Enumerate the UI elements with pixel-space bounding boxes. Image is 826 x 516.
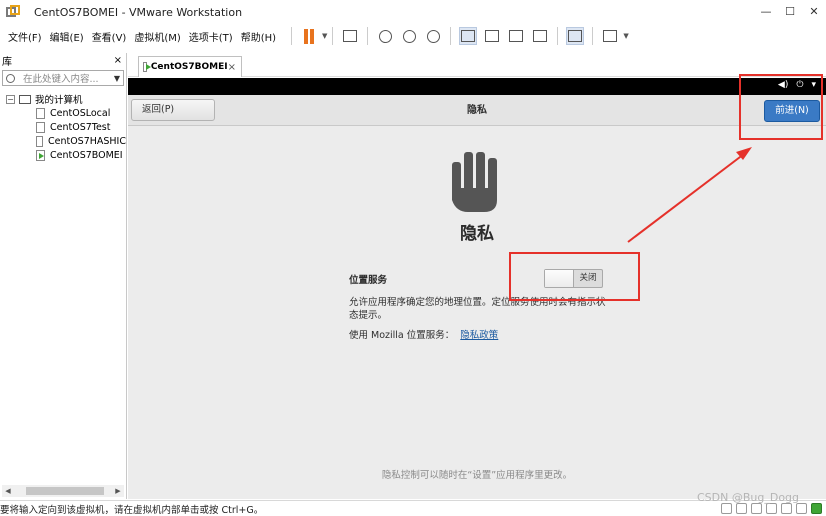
collapse-icon[interactable]: −: [6, 94, 15, 104]
toolbar-divider: [367, 27, 369, 45]
revert-snapshot-icon[interactable]: [400, 27, 418, 45]
network-icon[interactable]: [751, 503, 762, 514]
toolbar-divider: [332, 27, 334, 45]
library-search-input[interactable]: 在此处键入内容... ▼: [2, 70, 124, 86]
menu-file[interactable]: 文件(F): [4, 29, 46, 44]
location-services-label: 位置服务: [349, 275, 388, 286]
library-panel: 库 × 在此处键入内容... ▼ − 我的计算机 CentOSLocal Cen…: [0, 53, 127, 499]
snapshot-manager-icon[interactable]: [424, 27, 442, 45]
send-keys-icon[interactable]: [341, 27, 359, 45]
tree-item-vm[interactable]: CentOSLocal: [0, 106, 126, 120]
vm-running-icon: [36, 149, 45, 161]
tree-item-label: CentOS7Test: [50, 121, 111, 133]
menu-bar: 文件(F) 编辑(E) 查看(V) 虚拟机(M) 选项卡(T) 帮助(H) ▼ …: [0, 24, 826, 48]
scrollbar-thumb[interactable]: [26, 487, 104, 495]
scroll-right-icon[interactable]: ▶: [112, 487, 124, 495]
display-icon[interactable]: [796, 503, 807, 514]
annotation-box-toggle: [509, 252, 640, 301]
status-message: 要将输入定向到该虚拟机，请在虚拟机内部单击或按 Ctrl+G。: [0, 505, 264, 516]
title-bar: CentOS7BOMEI - VMware Workstation — ☐ ✕: [0, 0, 826, 24]
vm-icon: [36, 135, 43, 147]
tree-item-vm-running[interactable]: CentOS7BOMEI: [0, 148, 126, 162]
privacy-policy-link[interactable]: 隐私政策: [460, 327, 498, 341]
snapshot-icon[interactable]: [376, 27, 394, 45]
menu-view[interactable]: 查看(V): [88, 29, 131, 44]
toolbar-divider: [291, 27, 293, 45]
computer-icon: [19, 94, 31, 104]
hard-disk-icon[interactable]: [721, 503, 732, 514]
library-close-button[interactable]: ×: [114, 55, 122, 66]
hand-privacy-icon: [452, 152, 497, 212]
vm-status-icon[interactable]: [811, 503, 822, 514]
tree-root[interactable]: − 我的计算机: [0, 92, 126, 106]
thumbnail-bar-icon[interactable]: [483, 27, 501, 45]
watermark: CSDN @Bug_Dogg: [697, 491, 800, 504]
back-button[interactable]: 返回(P): [131, 99, 215, 121]
menu-help[interactable]: 帮助(H): [237, 29, 280, 44]
tree-item-label: CentOS7BOMEI: [50, 149, 123, 161]
close-button[interactable]: ✕: [802, 0, 826, 24]
cd-rom-icon[interactable]: [736, 503, 747, 514]
stretch-guest-icon[interactable]: [601, 27, 619, 45]
toolbar-divider: [557, 27, 559, 45]
minimize-button[interactable]: —: [754, 0, 778, 24]
tree-item-vm[interactable]: CentOS7HASHIC: [0, 134, 126, 148]
vmware-logo-icon: [6, 5, 20, 19]
page-heading: 隐私: [460, 224, 494, 244]
vm-icon: [36, 107, 45, 119]
usb-icon[interactable]: [766, 503, 777, 514]
chevron-down-icon[interactable]: ▼: [623, 32, 628, 40]
vm-console[interactable]: ◀) ⏻ ▾ 隐私 返回(P) 前进(N) 隐私 位置服务 关闭 允许应用程序确…: [128, 78, 826, 499]
library-title: 库: [2, 56, 12, 68]
toolbar: ▼ ▼: [286, 24, 629, 48]
pause-icon[interactable]: [300, 27, 318, 45]
sound-icon[interactable]: [781, 503, 792, 514]
menu-tabs[interactable]: 选项卡(T): [185, 29, 237, 44]
footer-note: 隐私控制可以随时在“设置”应用程序里更改。: [381, 470, 573, 481]
mozilla-text: 使用 Mozilla 位置服务：: [349, 330, 455, 341]
annotation-box-next: [739, 74, 823, 140]
chevron-down-icon[interactable]: ▼: [322, 32, 327, 40]
tree-item-label: CentOS7HASHIC: [47, 135, 126, 147]
tab-label: CentOS7BOMEI: [150, 62, 228, 72]
library-horizontal-scrollbar[interactable]: ◀ ▶: [2, 485, 124, 497]
library-search-placeholder: 在此处键入内容...: [23, 74, 99, 85]
tab-strip: CentOS7BOMEI ×: [128, 53, 826, 77]
menu-edit[interactable]: 编辑(E): [46, 29, 88, 44]
maximize-button[interactable]: ☐: [778, 0, 802, 24]
search-icon: [6, 73, 15, 83]
console-view-icon[interactable]: [566, 27, 585, 45]
tree-item-vm[interactable]: CentOS7Test: [0, 120, 126, 134]
gnome-top-bar: ◀) ⏻ ▾: [128, 78, 826, 95]
header-title: 隐私: [467, 105, 487, 116]
scroll-left-icon[interactable]: ◀: [2, 487, 14, 495]
toolbar-divider: [450, 27, 452, 45]
tab-close-button[interactable]: ×: [228, 62, 236, 73]
toolbar-divider: [592, 27, 594, 45]
unity-icon[interactable]: [531, 27, 549, 45]
show-library-icon[interactable]: [459, 27, 478, 45]
menu-vm[interactable]: 虚拟机(M): [130, 29, 184, 44]
chevron-down-icon[interactable]: ▼: [114, 74, 120, 83]
vm-running-icon: [143, 62, 151, 72]
window-title: CentOS7BOMEI - VMware Workstation: [34, 5, 243, 19]
tree-item-label: CentOSLocal: [50, 107, 111, 119]
installer-header: 隐私 返回(P) 前进(N): [128, 95, 826, 126]
vm-tree: − 我的计算机 CentOSLocal CentOS7Test CentOS7H…: [0, 92, 126, 162]
vm-icon: [36, 121, 45, 133]
full-screen-icon[interactable]: [507, 27, 525, 45]
tree-root-label: 我的计算机: [35, 95, 83, 106]
mozilla-row: 使用 Mozilla 位置服务： 隐私政策: [349, 327, 498, 341]
tab-centos7bomei[interactable]: CentOS7BOMEI ×: [138, 56, 242, 77]
